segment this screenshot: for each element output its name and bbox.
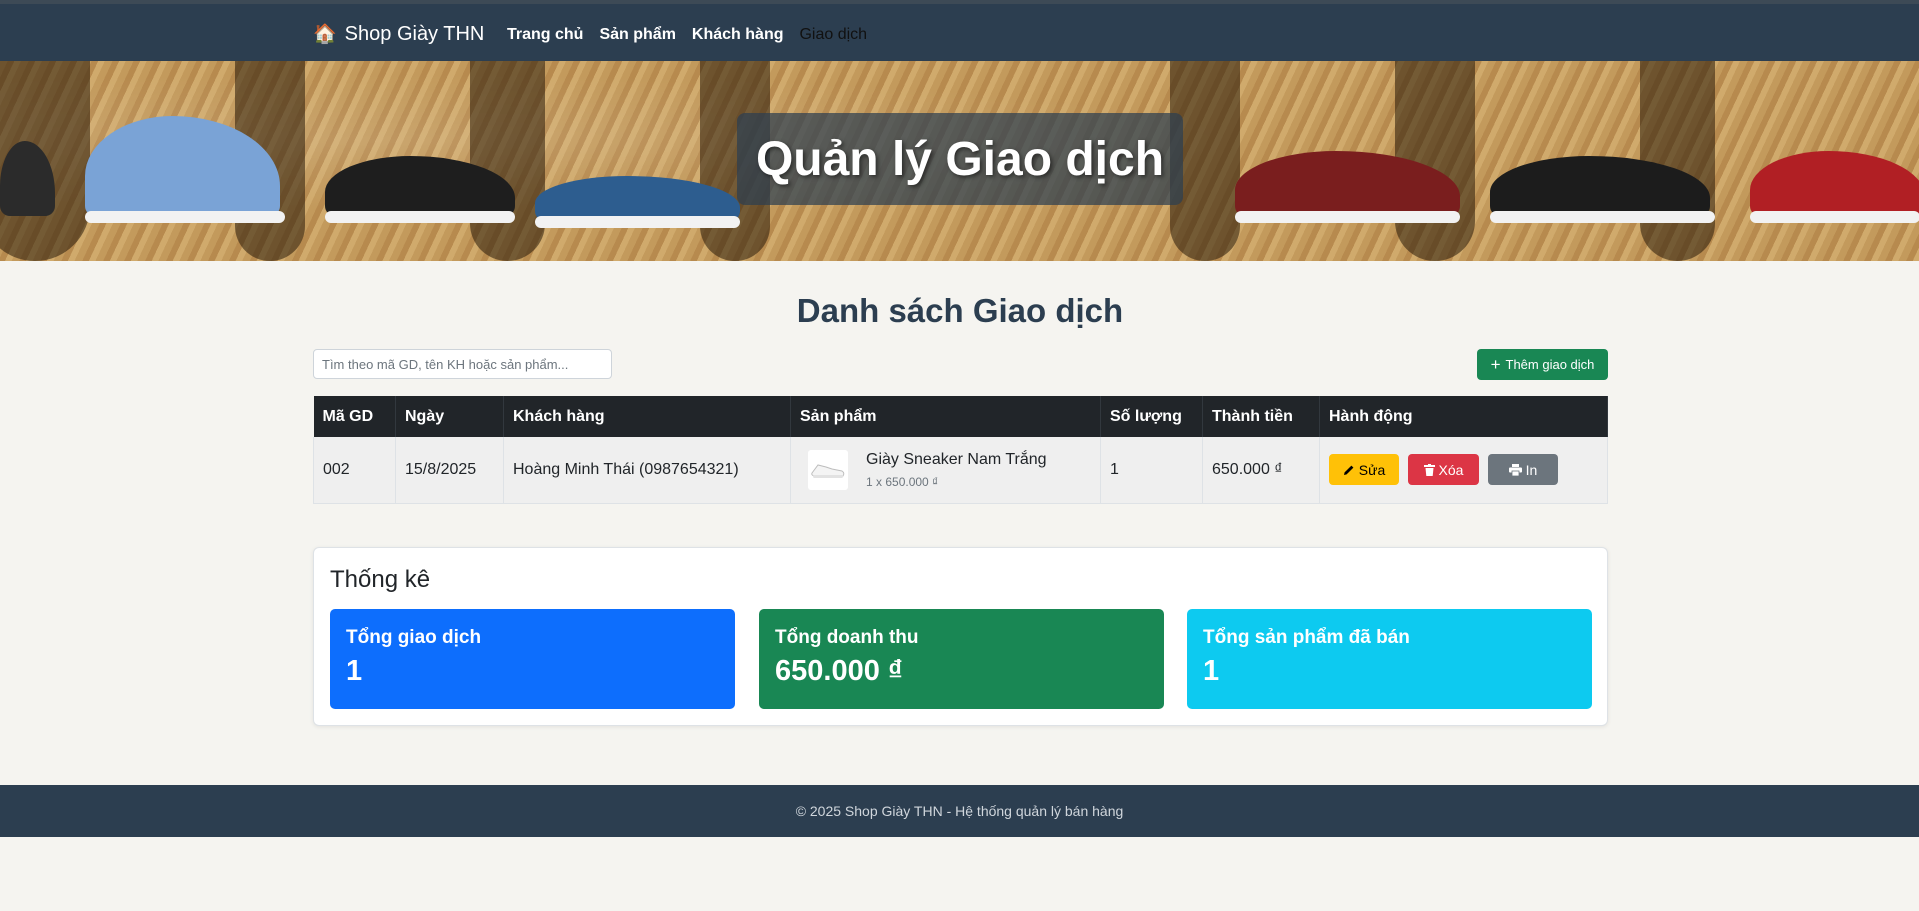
column-header-product: Sản phẩm — [790, 396, 1101, 437]
statistics-title: Thống kê — [330, 566, 431, 593]
table-row: 002 15/8/2025 Hoàng Minh Thái (098765432… — [313, 437, 1608, 504]
brand-name: Shop Giày THN — [344, 22, 485, 45]
hero-title: Quản lý Giao dịch — [755, 132, 1165, 186]
page-title: Danh sách Giao dịch — [796, 292, 1124, 329]
product-thumbnail — [808, 449, 848, 490]
nav-menu: Trang chủ Sản phẩm Khách hàng Giao dịch — [507, 26, 867, 44]
stat-label: Tổng giao dịch — [346, 627, 482, 648]
delete-button[interactable]: Xóa — [1408, 454, 1479, 486]
stat-value: 1 — [346, 655, 363, 687]
cell-quantity: 1 — [1100, 437, 1203, 504]
navbar: 🏠 Shop Giày THN Trang chủ Sản phẩm Khách… — [0, 0, 1919, 61]
banner-shoe-sole — [1750, 211, 1919, 223]
nav-item-customers[interactable]: Khách hàng — [692, 26, 784, 44]
stat-total-products-sold: Tổng sản phẩm đã bán 1 — [1187, 609, 1592, 709]
column-header-total: Thành tiền — [1202, 396, 1320, 437]
print-button[interactable]: In — [1488, 454, 1558, 486]
footer: © 2025 Shop Giày THN - Hệ thống quản lý … — [0, 785, 1919, 837]
printer-icon — [1508, 463, 1522, 476]
column-header-customer: Khách hàng — [503, 396, 791, 437]
stat-total-revenue: Tổng doanh thu 650.000 ₫ — [759, 609, 1164, 709]
banner-shoe-image — [1750, 151, 1919, 216]
edit-button[interactable]: Sửa — [1329, 454, 1399, 486]
search-input[interactable] — [313, 349, 612, 379]
product-name: Giày Sneaker Nam Trắng — [866, 450, 1047, 468]
banner-shoe-sole — [535, 216, 740, 228]
home-icon: 🏠 — [313, 24, 337, 45]
column-header-quantity: Số lượng — [1100, 396, 1203, 437]
column-header-actions: Hành động — [1319, 396, 1608, 437]
cell-date: 15/8/2025 — [395, 437, 504, 504]
nav-item-home[interactable]: Trang chủ — [507, 26, 583, 44]
plus-icon: + — [1490, 355, 1501, 374]
sneaker-icon — [811, 464, 845, 478]
cell-actions: Sửa Xóa In — [1319, 437, 1608, 504]
brand-link[interactable]: 🏠 Shop Giày THN — [313, 22, 484, 46]
banner-shoe-sole — [85, 211, 285, 223]
footer-text: © 2025 Shop Giày THN - Hệ thống quản lý … — [795, 803, 1124, 819]
add-transaction-button[interactable]: + Thêm giao dịch — [1477, 349, 1608, 380]
column-header-date: Ngày — [395, 396, 504, 437]
stat-label: Tổng doanh thu — [775, 627, 919, 648]
nav-item-transactions[interactable]: Giao dịch — [799, 26, 867, 44]
edit-label: Sửa — [1358, 461, 1386, 478]
cell-customer: Hoàng Minh Thái (0987654321) — [503, 437, 791, 504]
trash-icon — [1423, 463, 1435, 476]
add-transaction-label: Thêm giao dịch — [1505, 357, 1595, 372]
hero-title-box: Quản lý Giao dịch — [737, 113, 1183, 205]
pencil-icon — [1343, 465, 1354, 475]
banner-shoe-sole — [1490, 211, 1715, 223]
column-header-id: Mã GD — [313, 396, 396, 437]
delete-label: Xóa — [1438, 461, 1464, 478]
nav-item-products[interactable]: Sản phẩm — [599, 26, 675, 44]
hero-banner: Quản lý Giao dịch — [0, 61, 1919, 261]
transactions-table: Mã GD Ngày Khách hàng Sản phẩm Số lượng … — [313, 396, 1608, 504]
banner-shoe-sole — [325, 211, 515, 223]
statistics-card: Thống kê Tổng giao dịch 1 Tổng doanh thu… — [313, 547, 1608, 726]
table-header-row: Mã GD Ngày Khách hàng Sản phẩm Số lượng … — [313, 396, 1608, 437]
banner-shadow — [470, 61, 545, 261]
cell-product: Giày Sneaker Nam Trắng 1 x 650.000 ₫ — [790, 437, 1101, 504]
cell-transaction-id: 002 — [313, 437, 396, 504]
stat-total-transactions: Tổng giao dịch 1 — [330, 609, 735, 709]
print-label: In — [1525, 461, 1538, 478]
cell-total: 650.000 ₫ — [1202, 437, 1320, 504]
stat-label: Tổng sản phẩm đã bán — [1203, 627, 1410, 648]
stat-value: 1 — [1203, 655, 1220, 687]
stat-value: 650.000 ₫ — [775, 655, 903, 687]
banner-shoe-sole — [1235, 211, 1460, 223]
product-detail: 1 x 650.000 ₫ — [866, 474, 939, 489]
